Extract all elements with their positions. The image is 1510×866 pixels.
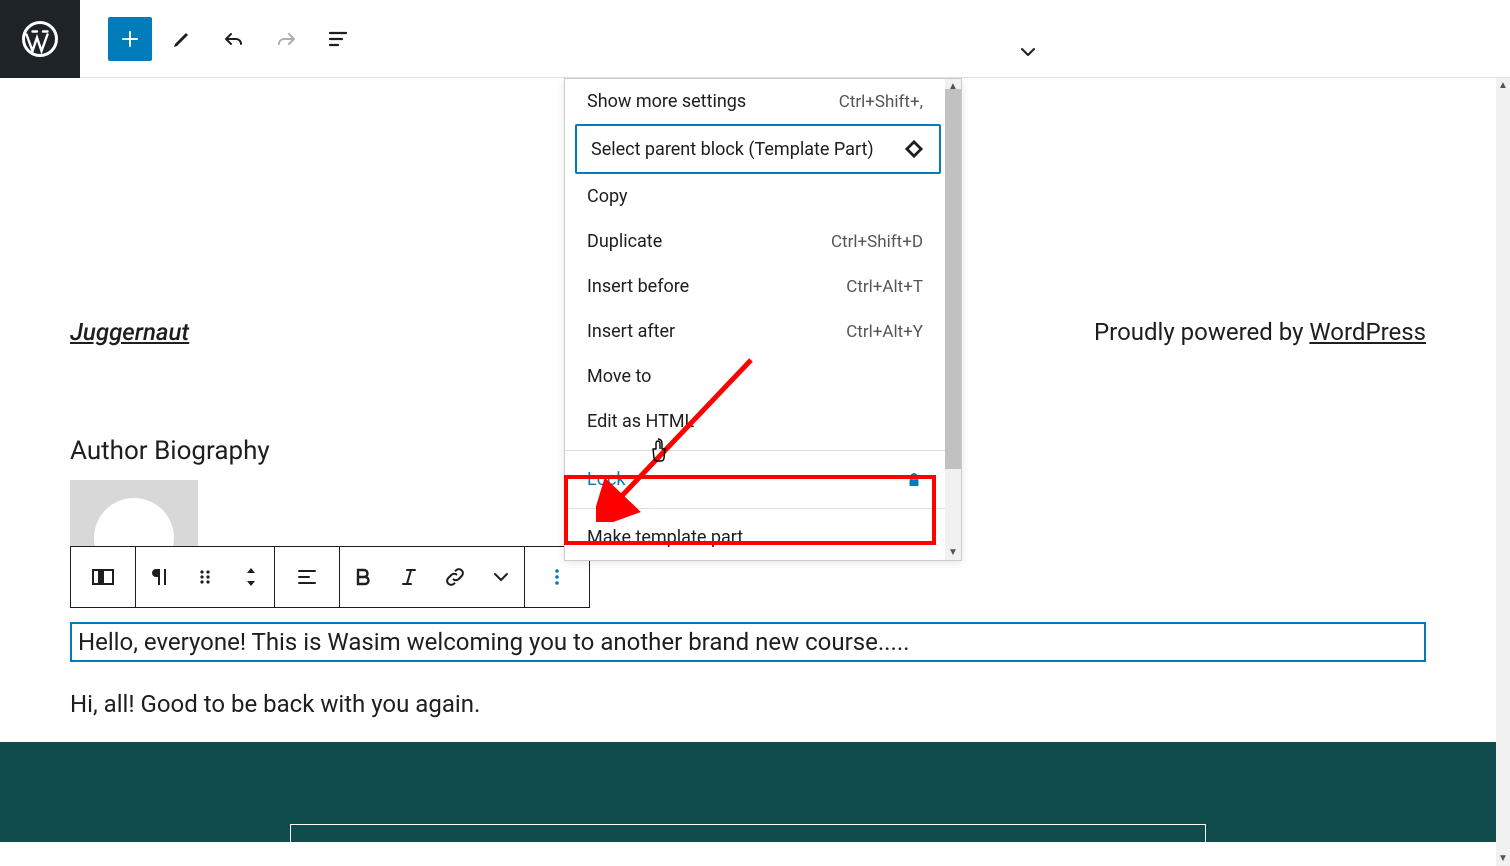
lock-icon <box>905 471 923 489</box>
align-left-icon <box>295 565 319 589</box>
menu-edit-as-html[interactable]: Edit as HTML <box>565 399 945 444</box>
bold-button[interactable] <box>340 547 386 607</box>
menu-move-to[interactable]: Move to <box>565 354 945 399</box>
scroll-down-icon[interactable]: ▼ <box>1498 851 1508 866</box>
menu-shortcut: Ctrl+Alt+T <box>846 277 923 297</box>
redo-icon <box>274 27 298 51</box>
chevron-down-icon <box>489 565 513 589</box>
wordpress-logo[interactable] <box>0 0 80 78</box>
drag-icon <box>193 565 217 589</box>
link-icon <box>443 565 467 589</box>
align-button[interactable] <box>275 547 339 607</box>
plus-icon <box>118 27 142 51</box>
move-arrows-icon <box>239 565 263 589</box>
italic-icon <box>397 565 421 589</box>
paragraph-block-selected[interactable]: Hello, everyone! This is Wasim welcoming… <box>70 622 1426 662</box>
settings-toggle[interactable] <box>1006 30 1050 74</box>
menu-copy[interactable]: Copy <box>565 174 945 219</box>
powered-prefix: Proudly powered by <box>1094 318 1309 346</box>
editor-top-bar <box>0 0 1510 78</box>
page-scrollbar[interactable]: ▲ ▼ <box>1496 78 1510 866</box>
scroll-up-icon[interactable]: ▲ <box>1498 78 1508 93</box>
drag-handle[interactable] <box>182 547 228 607</box>
add-block-button[interactable] <box>108 17 152 61</box>
menu-label: Make template part <box>587 527 743 548</box>
wordpress-link[interactable]: WordPress <box>1309 318 1426 346</box>
menu-label: Lock <box>587 469 626 490</box>
listview-icon <box>326 27 350 51</box>
menu-label: Show more settings <box>587 91 746 112</box>
menu-duplicate[interactable]: Duplicate Ctrl+Shift+D <box>565 219 945 264</box>
list-view-button[interactable] <box>316 17 360 61</box>
block-type-button[interactable] <box>71 547 135 607</box>
template-part-icon <box>903 138 925 160</box>
wordpress-icon <box>22 21 58 57</box>
bold-icon <box>351 565 375 589</box>
redo-button[interactable] <box>264 17 308 61</box>
menu-label: Insert before <box>587 276 689 297</box>
scrollbar-thumb[interactable] <box>945 89 961 469</box>
kebab-icon <box>545 565 569 589</box>
theme-footer <box>0 742 1496 842</box>
chevron-down-icon <box>1016 40 1040 64</box>
author-avatar[interactable] <box>70 480 198 546</box>
menu-separator <box>565 508 945 509</box>
block-options-menu: ▲ ▼ Show more settings Ctrl+Shift+, Sele… <box>564 78 962 561</box>
undo-button[interactable] <box>212 17 256 61</box>
menu-show-more-settings[interactable]: Show more settings Ctrl+Shift+, <box>565 79 945 124</box>
menu-label: Select parent block (Template Part) <box>591 139 874 160</box>
menu-label: Duplicate <box>587 231 662 252</box>
menu-separator <box>565 450 945 451</box>
more-inline-button[interactable] <box>478 547 524 607</box>
italic-button[interactable] <box>386 547 432 607</box>
menu-insert-before[interactable]: Insert before Ctrl+Alt+T <box>565 264 945 309</box>
site-title-link[interactable]: Juggernaut <box>70 318 189 346</box>
menu-insert-after[interactable]: Insert after Ctrl+Alt+Y <box>565 309 945 354</box>
menu-make-template-part[interactable]: Make template part <box>565 515 945 560</box>
paragraph-transform-button[interactable] <box>136 547 182 607</box>
paragraph-block[interactable]: Hi, all! Good to be back with you again. <box>70 690 1426 718</box>
pencil-icon <box>170 27 194 51</box>
menu-label: Copy <box>587 186 628 207</box>
link-button[interactable] <box>432 547 478 607</box>
menu-select-parent-block[interactable]: Select parent block (Template Part) <box>575 124 941 174</box>
avatar-placeholder-icon <box>94 498 174 546</box>
menu-shortcut: Ctrl+Shift+, <box>839 92 923 112</box>
move-up-down-button[interactable] <box>228 547 274 607</box>
menu-shortcut: Ctrl+Alt+Y <box>846 322 923 342</box>
menu-lock[interactable]: Lock <box>565 457 945 502</box>
menu-scrollbar[interactable]: ▲ ▼ <box>945 79 961 560</box>
edit-button[interactable] <box>160 17 204 61</box>
menu-label: Edit as HTML <box>587 411 694 432</box>
editor-body: ▲ ▼ Juggernaut Proudly powered by WordPr… <box>0 78 1510 866</box>
undo-icon <box>222 27 246 51</box>
powered-by: Proudly powered by WordPress <box>1094 318 1426 346</box>
scroll-down-icon[interactable]: ▼ <box>948 545 958 560</box>
columns-icon <box>92 569 114 585</box>
footer-inner <box>290 824 1206 842</box>
menu-label: Insert after <box>587 321 675 342</box>
menu-shortcut: Ctrl+Shift+D <box>831 232 923 252</box>
toolbar-buttons <box>80 17 360 61</box>
menu-label: Move to <box>587 366 651 387</box>
paragraph-icon <box>147 565 171 589</box>
